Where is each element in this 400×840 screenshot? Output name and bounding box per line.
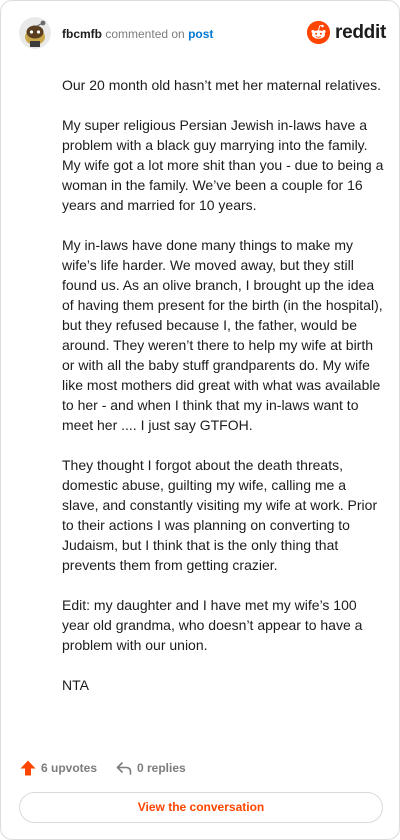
reddit-brand[interactable]: reddit: [307, 17, 386, 49]
view-conversation-button[interactable]: View the conversation: [19, 792, 383, 823]
upvotes-count: 6 upvotes: [41, 761, 98, 775]
comment-paragraph: Edit: my daughter and I have met my wife…: [62, 597, 363, 653]
comment-header: fbcmfb commented on post reddit: [19, 17, 386, 51]
comment-paragraph: My in-laws have done many things to make…: [62, 237, 383, 433]
comment-card: fbcmfb commented on post reddit Our 20 m…: [0, 0, 400, 840]
upvote-arrow-icon: [19, 759, 37, 777]
replies-stat[interactable]: 0 replies: [115, 758, 205, 778]
post-link[interactable]: post: [188, 27, 213, 41]
reddit-wordmark: reddit: [335, 22, 386, 43]
username-link[interactable]: fbcmfb: [62, 27, 102, 41]
comment-body: Our 20 month old hasn’t met her maternal…: [62, 75, 384, 715]
reddit-logo-icon: [307, 21, 330, 44]
comment-paragraph: My super religious Persian Jewish in-law…: [62, 117, 384, 213]
snoo-avatar-icon[interactable]: [19, 17, 51, 49]
comment-paragraph: They thought I forgot about the death th…: [62, 457, 378, 573]
reply-arrow-icon: [115, 759, 133, 777]
replies-count: 0 replies: [137, 761, 186, 775]
comment-footer: 6 upvotes 0 replies: [19, 758, 379, 778]
upvotes-stat[interactable]: 6 upvotes: [19, 758, 109, 778]
byline-action: commented on: [105, 27, 185, 41]
comment-paragraph: NTA: [62, 677, 89, 693]
comment-paragraph: Our 20 month old hasn’t met her maternal…: [62, 77, 382, 93]
byline: fbcmfb commented on post: [62, 27, 213, 41]
